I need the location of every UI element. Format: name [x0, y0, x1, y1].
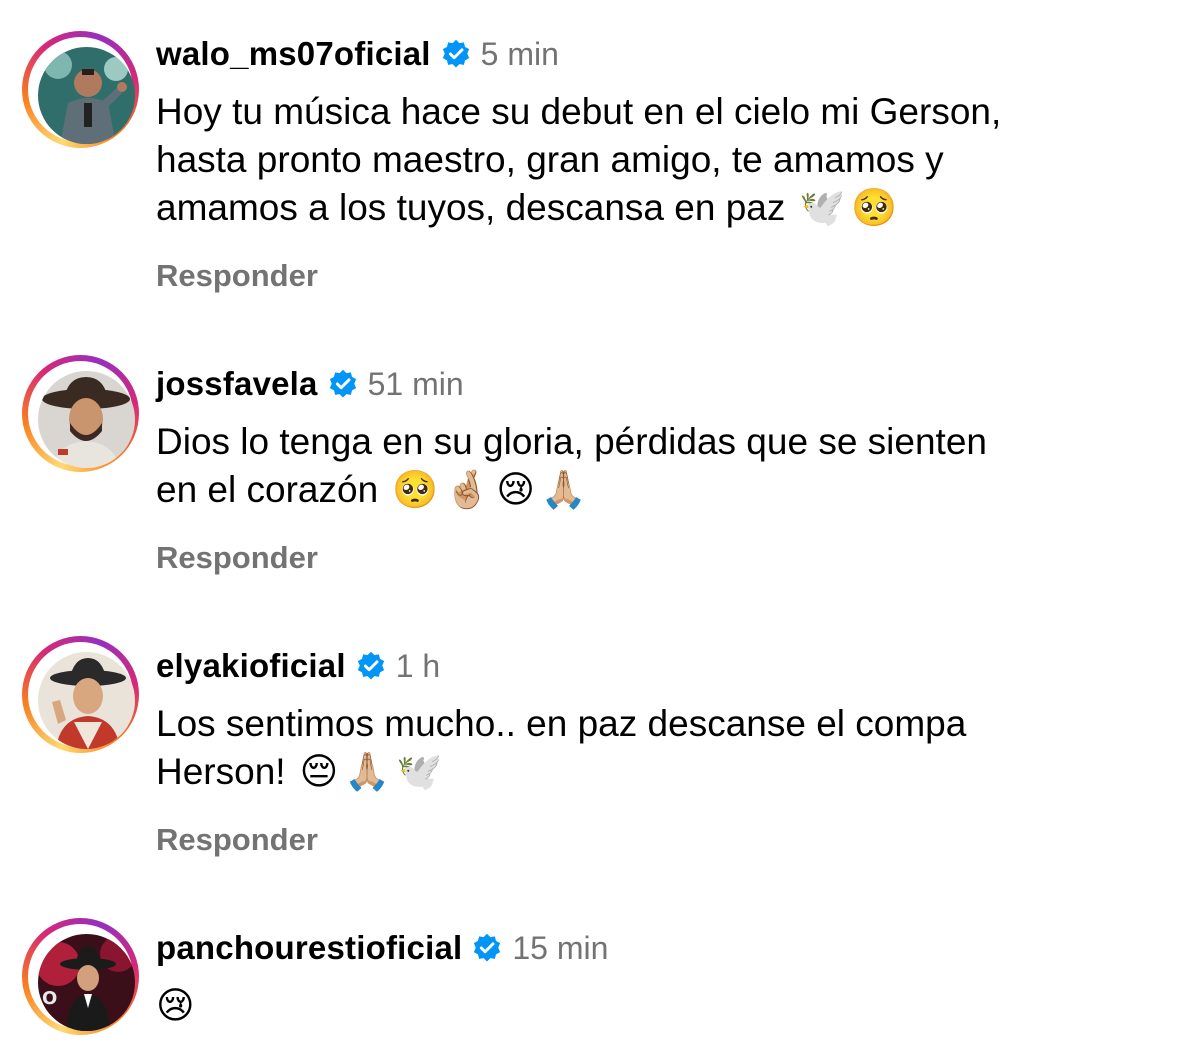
comment-time: 51 min	[367, 365, 464, 402]
avatar[interactable]: O	[38, 934, 135, 1031]
comment-text: Hoy tu música hace su debut en el cielo …	[156, 88, 1166, 232]
comment-text: Los sentimos mucho.. en paz descanse el …	[156, 700, 1166, 796]
avatar[interactable]	[38, 47, 135, 144]
story-ring[interactable]	[22, 636, 139, 753]
dove-emoji: 🕊️	[799, 186, 846, 229]
username[interactable]: walo_ms07oficial	[156, 35, 431, 73]
comment-line: Los sentimos mucho.. en paz descanse el …	[156, 703, 967, 744]
pleading-face-emoji: 🥺	[851, 186, 898, 229]
comment-line: Dios lo tenga en su gloria, pérdidas que…	[156, 421, 987, 462]
comment-line: Hoy tu música hace su debut en el cielo …	[156, 91, 1002, 132]
comment-line: hasta pronto maestro, gran amigo, te ama…	[156, 139, 944, 180]
pensive-face-emoji: 😔	[299, 750, 339, 793]
reply-button[interactable]: Responder	[156, 540, 318, 576]
folded-hands-emoji: 🙏🏼	[344, 750, 391, 793]
comment-text: 😢	[156, 982, 1166, 1030]
folded-hands-emoji: 🙏🏼	[540, 468, 587, 511]
crying-face-emoji: 😢	[156, 984, 195, 1027]
dove-emoji: 🕊️	[396, 750, 443, 793]
reply-button[interactable]: Responder	[156, 258, 318, 294]
crying-face-emoji: 😢	[496, 468, 535, 511]
comment-line: Herson!	[156, 751, 286, 792]
verified-badge-icon	[356, 651, 386, 681]
story-ring[interactable]	[22, 355, 139, 472]
avatar[interactable]	[38, 371, 135, 468]
comment-time: 15 min	[512, 929, 609, 966]
verified-badge-icon	[441, 39, 471, 69]
comment-line: amamos a los tuyos, descansa en paz	[156, 187, 786, 228]
verified-badge-icon	[328, 369, 358, 399]
comment-text: Dios lo tenga en su gloria, pérdidas que…	[156, 418, 1166, 514]
story-ring[interactable]: O	[22, 918, 139, 1035]
svg-text:O: O	[42, 988, 57, 1009]
username[interactable]: jossfavela	[156, 365, 318, 403]
comment-time: 5 min	[480, 35, 559, 72]
username[interactable]: elyakioficial	[156, 647, 346, 685]
crossed-fingers-emoji: 🤞🏼	[444, 468, 491, 511]
pleading-face-emoji: 🥺	[392, 468, 439, 511]
avatar[interactable]	[38, 652, 135, 749]
comment-time: 1 h	[395, 647, 441, 684]
reply-button[interactable]: Responder	[156, 822, 318, 858]
username[interactable]: panchourestioficial	[156, 929, 462, 967]
story-ring[interactable]	[22, 31, 139, 148]
verified-badge-icon	[472, 933, 502, 963]
comment-line: en el corazón	[156, 469, 379, 510]
